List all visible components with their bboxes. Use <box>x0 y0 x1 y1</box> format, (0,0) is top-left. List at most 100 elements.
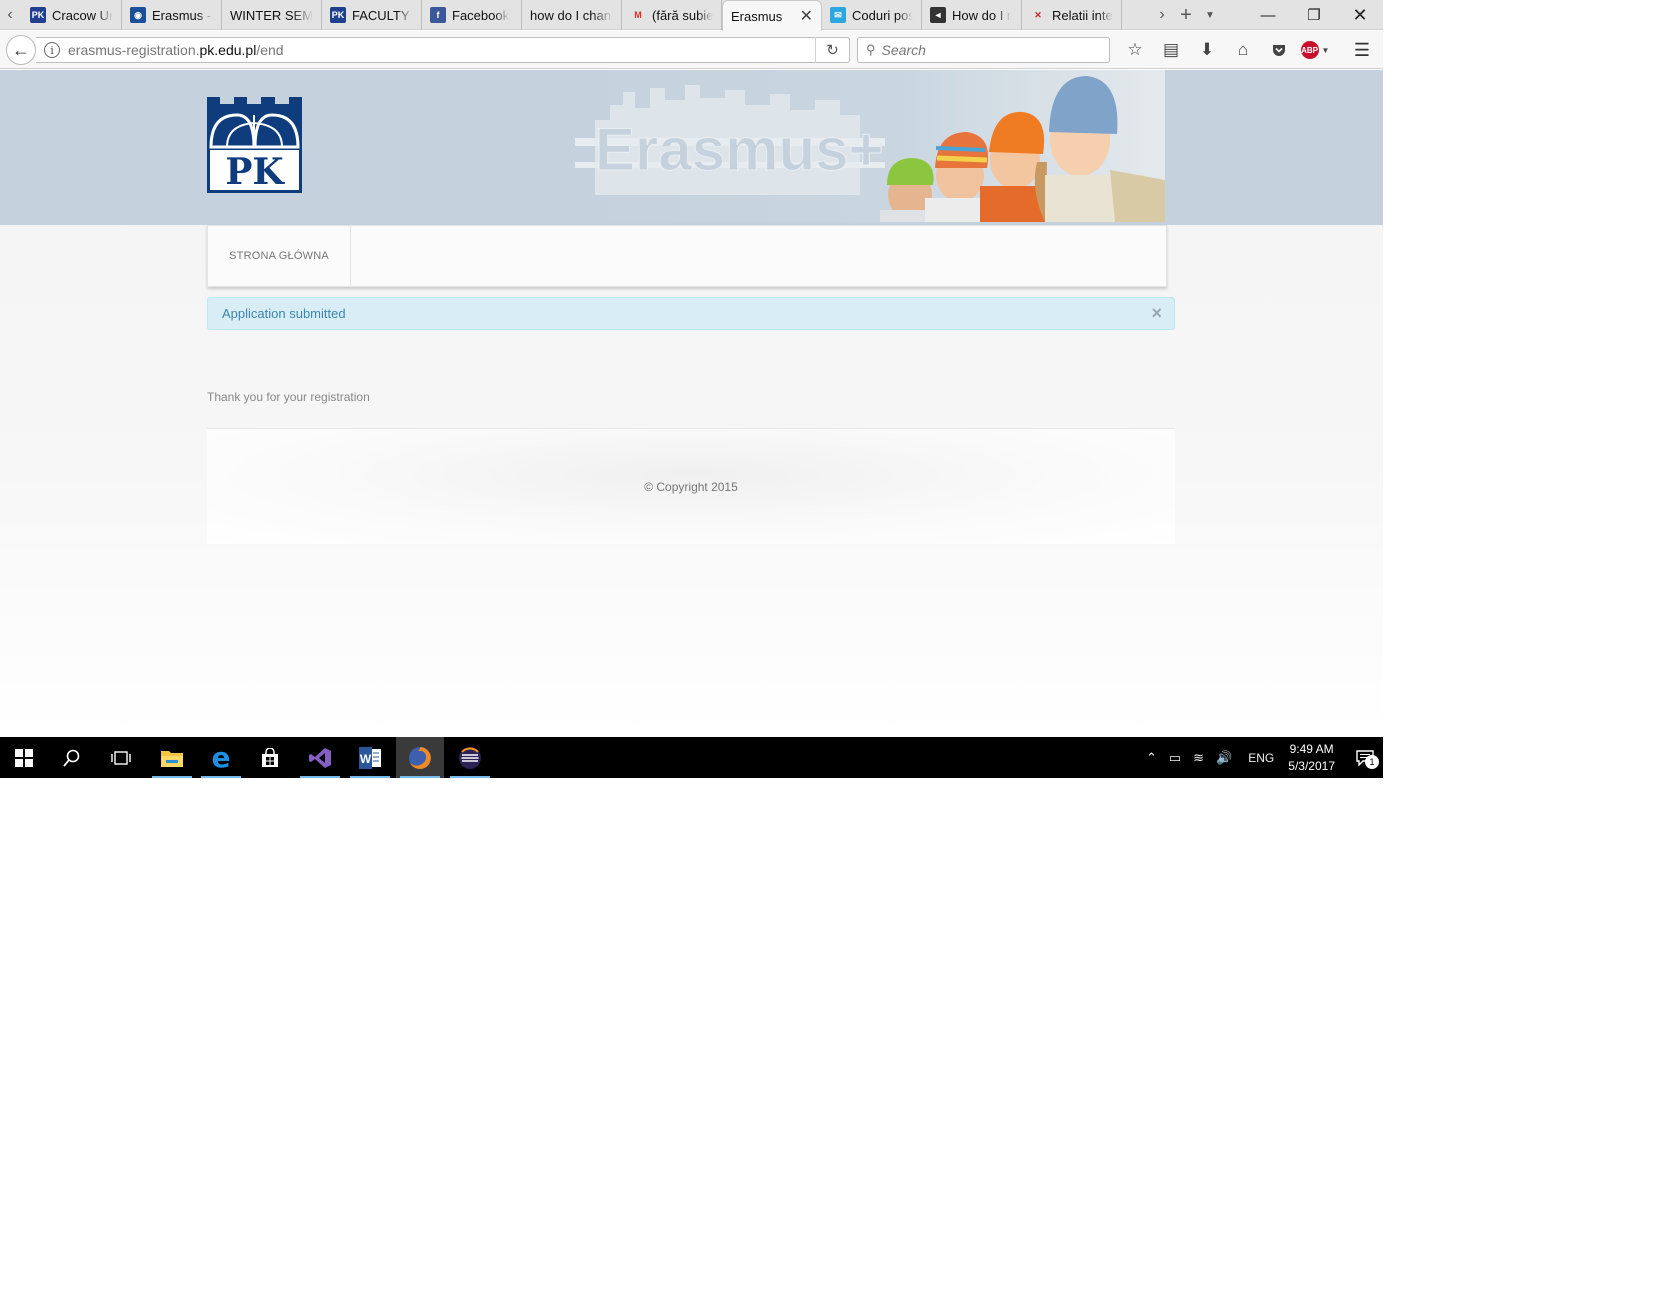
windows-taskbar: e W ⌃ ▭ ≋ 🔊 ENG 9:49 AM 5/3/2017 1 <box>0 737 1383 778</box>
eclipse-icon <box>459 746 481 769</box>
list-all-tabs-icon[interactable]: ▼ <box>1198 10 1222 21</box>
tab-title: how do I chang <box>530 7 613 23</box>
search-bar[interactable]: ⚲ <box>857 37 1110 63</box>
svg-text:W: W <box>360 752 372 766</box>
edge-taskbar-button[interactable]: e <box>197 737 245 778</box>
url-text[interactable]: erasmus-registration.pk.edu.pl/end <box>68 42 815 58</box>
close-window-icon[interactable]: ✕ <box>1337 0 1383 30</box>
tab-list: PK Cracow Un ◉ Erasmus - i WINTER SEMES PK FAC… <box>22 0 1122 31</box>
show-hidden-icons-icon[interactable]: ⌃ <box>1146 750 1157 766</box>
new-tab-icon[interactable]: + <box>1174 4 1198 27</box>
tab-strip-tools: › + ▼ <box>1150 0 1222 30</box>
tab-title: Relatii inter <box>1052 7 1113 23</box>
tab[interactable]: M (fără subiec <box>622 0 722 30</box>
search-taskbar-button[interactable] <box>48 737 96 778</box>
tabs-scroll-left-icon[interactable]: ‹ <box>0 0 20 30</box>
clock[interactable]: 9:49 AM 5/3/2017 <box>1288 741 1335 775</box>
thank-you-message: Thank you for your registration <box>207 390 370 404</box>
visual-studio-taskbar-button[interactable] <box>296 737 344 778</box>
windows-logo-icon <box>15 748 33 767</box>
start-button[interactable] <box>0 737 48 778</box>
erasmus-banner: Erasmus+ <box>575 70 1165 222</box>
word-taskbar-button[interactable]: W <box>346 737 394 778</box>
tab[interactable]: f Facebook <box>422 0 522 30</box>
navigation-toolbar: ← i erasmus-registration.pk.edu.pl/end ↻… <box>0 31 1383 69</box>
tabs-scroll-right-icon[interactable]: › <box>1150 6 1174 24</box>
tab[interactable]: WINTER SEMES <box>222 0 322 30</box>
volume-icon[interactable]: 🔊 <box>1216 750 1232 766</box>
tab-title: FACULTY O <box>352 7 413 23</box>
copyright-text: © Copyright 2015 <box>644 479 738 494</box>
firefox-icon <box>409 746 431 769</box>
tab-title: Facebook <box>452 7 510 23</box>
hamburger-menu-icon[interactable]: ☰ <box>1349 37 1375 63</box>
bookmark-favicon-icon: ✕ <box>1034 9 1042 20</box>
notification-count-badge: 1 <box>1365 755 1379 769</box>
tab[interactable]: ◉ Erasmus - i <box>122 0 222 30</box>
tab-title: Erasmus <box>731 8 783 24</box>
search-icon: ⚲ <box>866 42 876 57</box>
system-tray: ⌃ ▭ ≋ 🔊 ENG 9:49 AM 5/3/2017 1 <box>1140 737 1383 778</box>
tab-strip: ‹ PK Cracow Un ◉ Erasmus - i WINTER SEMES PK F… <box>0 0 1383 31</box>
tab[interactable]: ◄ How do I r <box>922 0 1022 30</box>
alert-banner: Application submitted × <box>207 297 1175 330</box>
folder-icon <box>161 750 183 767</box>
search-input[interactable] <box>881 42 1082 58</box>
url-domain: pk.edu.pl <box>199 42 257 58</box>
tab[interactable]: how do I chang <box>522 0 622 30</box>
mail-favicon-icon: ✉ <box>830 7 846 23</box>
bookmark-star-icon[interactable]: ☆ <box>1117 37 1153 63</box>
cortana-search-icon <box>63 749 80 767</box>
tab[interactable]: PK Cracow Un <box>22 0 122 30</box>
close-tab-icon[interactable]: ✕ <box>800 6 813 26</box>
nav-home-link[interactable]: STRONA GŁÓWNA <box>208 226 351 286</box>
site-info-icon[interactable]: i <box>44 42 60 58</box>
tab[interactable]: Erasmus ✕ <box>722 0 822 31</box>
adblock-plus-icon: ABP <box>1300 41 1319 59</box>
language-indicator[interactable]: ENG <box>1248 751 1274 765</box>
restore-icon[interactable]: ❐ <box>1291 0 1337 30</box>
pk-favicon-icon: PK <box>330 7 346 23</box>
action-center-button[interactable]: 1 <box>1347 737 1383 778</box>
globe-favicon-icon: ◉ <box>130 7 146 23</box>
eclipse-taskbar-button[interactable] <box>446 737 494 778</box>
clock-time: 9:49 AM <box>1289 741 1334 756</box>
tab-title: Cracow Un <box>52 7 113 23</box>
pk-logo[interactable]: PK <box>207 97 302 193</box>
alert-message: Application submitted <box>222 306 346 321</box>
tab[interactable]: ✕ Relatii inter <box>1022 0 1122 30</box>
visual-studio-icon <box>309 747 331 768</box>
vs-favicon-icon: ◄ <box>930 7 946 23</box>
adblock-plus-button[interactable]: ABP ▼ <box>1297 37 1333 63</box>
pocket-icon[interactable] <box>1261 37 1297 63</box>
pk-logo-text: PK <box>225 151 285 193</box>
window-controls: — ❐ ✕ <box>1245 0 1383 30</box>
tab-title: WINTER SEMES <box>230 7 313 23</box>
adblock-dropdown-icon: ▼ <box>1321 45 1330 55</box>
wifi-icon[interactable]: ≋ <box>1193 750 1204 766</box>
screen: ‹ PK Cracow Un ◉ Erasmus - i WINTER SEMES PK F… <box>0 0 1383 778</box>
reload-icon[interactable]: ↻ <box>815 37 849 63</box>
address-bar[interactable]: i erasmus-registration.pk.edu.pl/end ↻ <box>36 37 850 63</box>
bookmarks-library-icon[interactable]: ▤ <box>1153 37 1189 63</box>
firefox-taskbar-button[interactable] <box>396 737 444 778</box>
downloads-icon[interactable]: ⬇ <box>1189 37 1225 63</box>
battery-icon[interactable]: ▭ <box>1169 750 1181 766</box>
file-explorer-taskbar-button[interactable] <box>148 737 196 778</box>
url-path: /end <box>256 42 284 58</box>
minimize-icon[interactable]: — <box>1245 0 1291 30</box>
home-icon[interactable]: ⌂ <box>1225 37 1261 63</box>
gmail-favicon-icon: M <box>634 10 642 20</box>
store-taskbar-button[interactable] <box>246 737 294 778</box>
alert-close-icon[interactable]: × <box>1151 303 1162 324</box>
back-button[interactable]: ← <box>6 35 36 65</box>
erasmus-banner-text: Erasmus+ <box>595 116 884 183</box>
tab[interactable]: ✉ Coduri pos <box>822 0 922 30</box>
site-header: PK Erasmus+ <box>0 70 1383 225</box>
tab-title: How do I r <box>952 7 1012 23</box>
tab[interactable]: PK FACULTY O <box>322 0 422 30</box>
tab-title: Coduri pos <box>852 7 913 23</box>
pk-favicon-icon: PK <box>30 7 46 23</box>
task-view-button[interactable] <box>97 737 145 778</box>
site-nav: STRONA GŁÓWNA <box>207 225 1167 287</box>
